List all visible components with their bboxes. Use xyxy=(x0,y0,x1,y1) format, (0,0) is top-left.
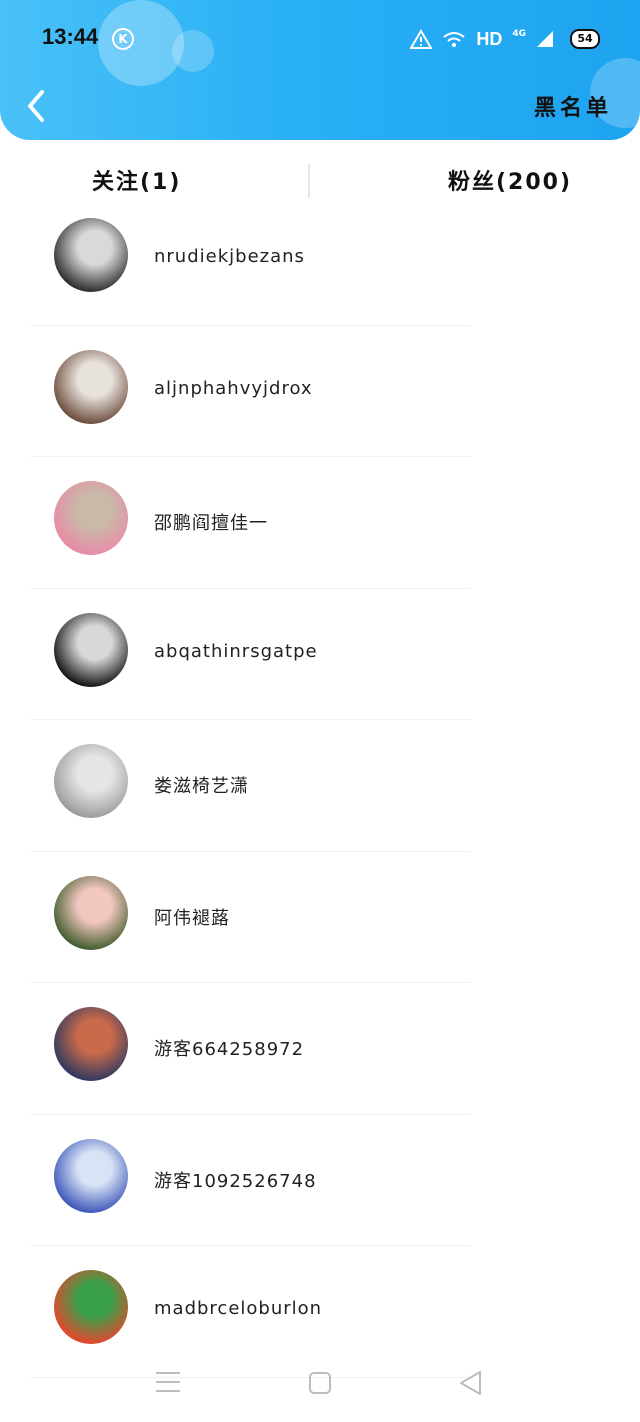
avatar[interactable] xyxy=(54,218,128,292)
menu-icon[interactable] xyxy=(156,1372,180,1394)
header-bar: 13:44 K HD 4G 54 黑名单 xyxy=(0,0,640,140)
avatar[interactable] xyxy=(54,481,128,555)
tab-divider xyxy=(308,164,310,198)
tab-bar: 关注(1) 粉丝(200) xyxy=(0,150,640,214)
list-item[interactable]: abqathinrsgatpe xyxy=(0,607,640,739)
avatar[interactable] xyxy=(54,349,128,424)
list-item[interactable]: 游客1092526748 xyxy=(0,1133,640,1265)
avatar[interactable] xyxy=(54,875,128,950)
avatar[interactable] xyxy=(54,1270,128,1344)
system-nav-bar xyxy=(0,1358,640,1408)
user-list: nrudiekjbezans aljnphahvyjdrox 邵鹏阎擅佳一 abqat… xyxy=(0,212,640,1396)
user-name: 阿伟褪蕗 xyxy=(154,907,230,929)
network-hd-label: HD xyxy=(476,28,503,49)
user-name: nrudiekjbezans xyxy=(154,246,305,267)
battery-icon: 54 xyxy=(570,29,600,49)
avatar[interactable] xyxy=(54,1007,128,1081)
alert-icon xyxy=(410,29,433,49)
row-divider xyxy=(30,1113,470,1115)
list-item[interactable]: nrudiekjbezans xyxy=(0,212,640,344)
app-k-icon: K xyxy=(112,28,134,50)
status-time: 13:44 xyxy=(42,24,99,49)
row-divider xyxy=(30,324,470,326)
row-divider xyxy=(30,982,470,983)
list-item[interactable]: aljnphahvyjdrox xyxy=(0,344,640,476)
row-divider xyxy=(30,850,470,852)
avatar[interactable] xyxy=(54,1138,128,1213)
chevron-left-icon xyxy=(28,90,44,122)
user-name: 游客1092526748 xyxy=(154,1170,317,1192)
back-triangle-icon[interactable] xyxy=(458,1370,484,1396)
wifi-icon xyxy=(443,32,465,47)
home-icon[interactable] xyxy=(309,1372,331,1394)
user-name: 娄滋椅艺潇 xyxy=(154,776,249,797)
user-name: abqathinrsgatpe xyxy=(154,640,318,662)
list-item[interactable]: 邵鹏阎擅佳一 xyxy=(0,475,640,607)
decorative-bubble xyxy=(98,0,184,86)
tab-following[interactable]: 关注(1) xyxy=(92,164,181,196)
tab-fans[interactable]: 粉丝(200) xyxy=(448,164,572,196)
network-gen-label: 4G xyxy=(512,29,526,39)
user-name: aljnphahvyjdrox xyxy=(154,377,313,399)
signal-icon xyxy=(537,31,553,47)
user-name: 邵鹏阎擅佳一 xyxy=(154,513,268,534)
avatar[interactable] xyxy=(54,612,128,687)
avatar[interactable] xyxy=(54,744,128,818)
row-divider xyxy=(30,587,470,589)
list-item[interactable]: 阿伟褪蕗 xyxy=(0,870,640,1002)
row-divider xyxy=(30,1245,470,1246)
status-icons: HD 4G 54 xyxy=(410,26,600,52)
row-divider xyxy=(30,719,470,720)
decorative-bubble xyxy=(172,30,214,72)
back-button[interactable] xyxy=(22,88,52,124)
list-item[interactable]: 游客664258972 xyxy=(0,1001,640,1133)
user-name: 游客664258972 xyxy=(154,1039,305,1060)
user-name: madbrceloburlon xyxy=(154,1298,323,1319)
list-item[interactable]: 娄滋椅艺潇 xyxy=(0,738,640,870)
blacklist-button[interactable]: 黑名单 xyxy=(534,90,612,122)
row-divider xyxy=(30,456,470,457)
